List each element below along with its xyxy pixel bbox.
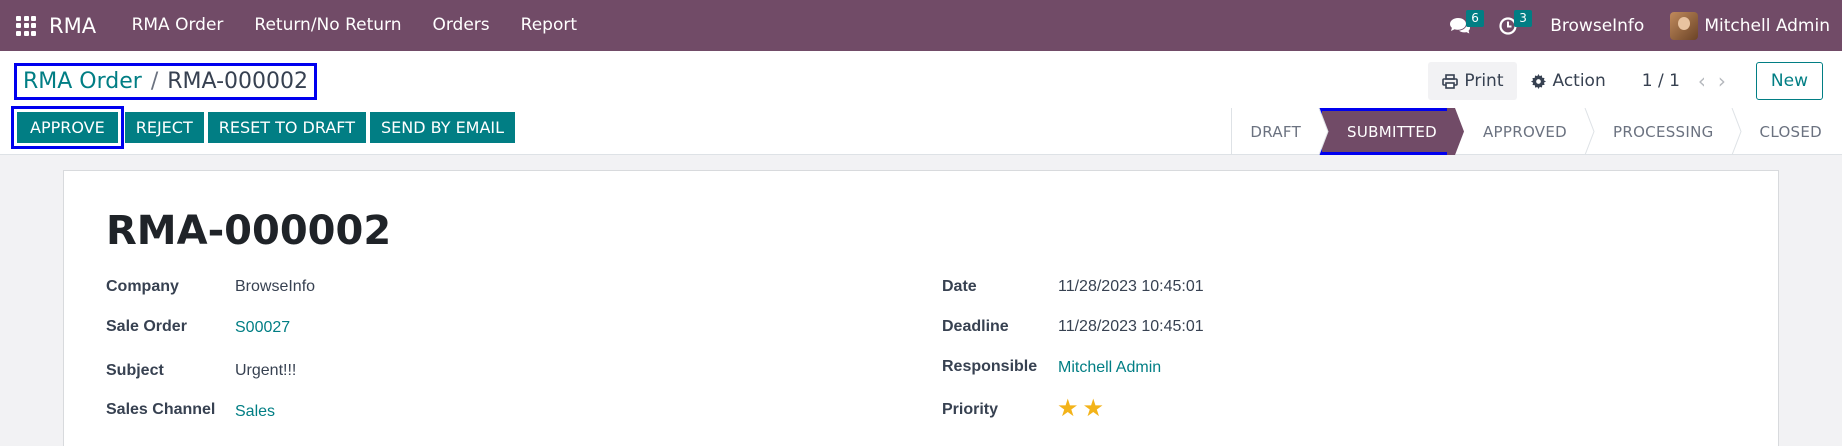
stage-approved[interactable]: APPROVED <box>1455 108 1595 155</box>
pager-previous-icon[interactable]: ‹ <box>1698 69 1706 93</box>
breadcrumb-current: RMA-000002 <box>167 69 309 94</box>
stage-label: DRAFT <box>1250 122 1302 141</box>
menu-item-report[interactable]: Report <box>505 0 592 51</box>
control-panel: RMA Order / RMA-000002 Print Action 1 / … <box>0 51 1842 155</box>
breadcrumb: RMA Order / RMA-000002 <box>14 63 318 100</box>
apps-menu-icon[interactable] <box>0 0 52 51</box>
stage-draft[interactable]: DRAFT <box>1232 108 1329 155</box>
star-icon[interactable]: ★ <box>1083 396 1105 420</box>
menu-item-rma-order[interactable]: RMA Order <box>116 0 239 51</box>
reject-button[interactable]: REJECT <box>124 112 204 143</box>
activities-count-badge: 3 <box>1514 10 1532 27</box>
action-button[interactable]: Action <box>1517 62 1619 100</box>
sale-order-link[interactable]: S00027 <box>235 319 290 337</box>
stage-separator-icon <box>1446 108 1464 155</box>
top-navbar: RMA RMA Order Return/No Return Orders Re… <box>0 0 1842 51</box>
app-brand[interactable]: RMA <box>49 14 96 38</box>
pager-value[interactable]: 1 / 1 <box>1642 71 1680 91</box>
send-by-email-button[interactable]: SEND BY EMAIL <box>369 112 516 143</box>
approve-button[interactable]: APPROVE <box>11 106 124 149</box>
deadline-label: Deadline <box>942 318 1009 335</box>
company-field[interactable]: BrowseInfo <box>235 278 315 296</box>
print-label: Print <box>1464 71 1504 91</box>
form-sheet: RMA-000002 Company BrowseInfo Sale Order… <box>63 170 1779 446</box>
date-field[interactable]: 11/28/2023 10:45:01 <box>1058 278 1204 296</box>
responsible-label: Responsible <box>942 358 1038 375</box>
control-panel-right: Print Action 1 / 1 ‹ › New <box>1428 62 1842 100</box>
messages-count-badge: 6 <box>1466 10 1484 27</box>
action-buttons: APPROVE REJECT RESET TO DRAFT SEND BY EM… <box>11 106 519 149</box>
date-label: Date <box>942 278 977 295</box>
star-icon[interactable]: ★ <box>1057 396 1079 420</box>
sales-channel-label: Sales Channel <box>106 401 216 418</box>
gear-icon <box>1531 73 1547 89</box>
sale-order-label: Sale Order <box>106 318 187 335</box>
priority-label: Priority <box>942 401 999 418</box>
activities-button[interactable]: 3 <box>1494 0 1532 51</box>
stage-separator-icon <box>1731 108 1742 155</box>
stage-label: APPROVED <box>1482 122 1567 141</box>
status-bar: DRAFT SUBMITTED APPROVED PROCESSING CLOS… <box>1231 108 1842 155</box>
subject-field[interactable]: Urgent!!! <box>235 362 296 380</box>
main-menu: RMA Order Return/No Return Orders Report <box>116 0 592 51</box>
stage-label: SUBMITTED <box>1347 122 1437 141</box>
stage-submitted[interactable]: SUBMITTED <box>1319 108 1464 155</box>
stage-separator-icon <box>1318 108 1329 155</box>
user-avatar <box>1670 11 1699 40</box>
navbar-systray: 6 3 BrowseInfo Mitchell Admin <box>1446 0 1842 51</box>
menu-item-return-no-return[interactable]: Return/No Return <box>239 0 417 51</box>
sales-channel-link[interactable]: Sales <box>235 403 275 421</box>
priority-stars: ★ ★ <box>1057 396 1108 420</box>
stage-label: PROCESSING <box>1613 122 1714 141</box>
stage-label: CLOSED <box>1759 122 1822 141</box>
user-name: Mitchell Admin <box>1704 15 1830 36</box>
stage-processing[interactable]: PROCESSING <box>1585 108 1742 155</box>
stage-closed[interactable]: CLOSED <box>1732 108 1842 155</box>
action-label: Action <box>1552 71 1606 91</box>
responsible-link[interactable]: Mitchell Admin <box>1058 359 1161 377</box>
messages-button[interactable]: 6 <box>1446 0 1484 51</box>
print-button[interactable]: Print <box>1428 62 1518 100</box>
company-switcher[interactable]: BrowseInfo <box>1550 16 1644 36</box>
stage-separator-icon <box>1584 108 1595 155</box>
breadcrumb-separator: / <box>150 69 159 94</box>
printer-icon <box>1442 73 1459 89</box>
breadcrumb-parent-link[interactable]: RMA Order <box>23 69 142 94</box>
company-label: Company <box>106 278 179 295</box>
reset-to-draft-button[interactable]: RESET TO DRAFT <box>207 112 366 143</box>
new-record-button[interactable]: New <box>1755 62 1823 100</box>
record-title: RMA-000002 <box>106 208 392 254</box>
user-menu[interactable]: Mitchell Admin <box>1670 11 1830 40</box>
menu-item-orders[interactable]: Orders <box>417 0 505 51</box>
deadline-field[interactable]: 11/28/2023 10:45:01 <box>1058 318 1204 336</box>
subject-label: Subject <box>106 362 164 379</box>
pager-next-icon[interactable]: › <box>1718 69 1726 93</box>
